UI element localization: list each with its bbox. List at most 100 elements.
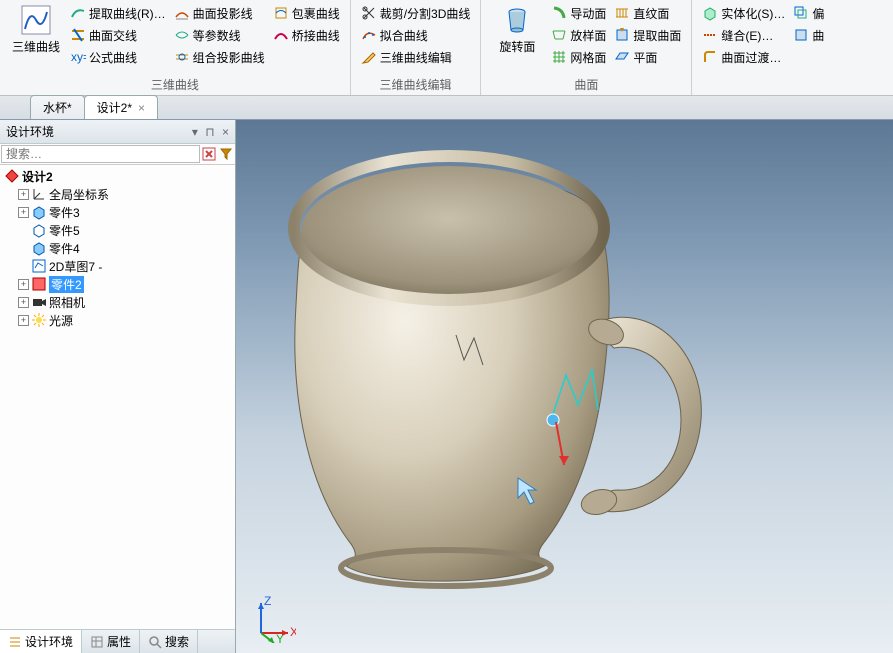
main-area: 设计环境 ▾ ⊓ × 设计2 +全局坐标系 +零件3 零件5 零件4 2D草图7… bbox=[0, 120, 893, 653]
btn-extract-surface[interactable]: 提取曲面 bbox=[610, 24, 685, 46]
dropdown-icon[interactable]: ▾ bbox=[192, 125, 198, 139]
search-input[interactable] bbox=[1, 145, 200, 163]
design-tree[interactable]: 设计2 +全局坐标系 +零件3 零件5 零件4 2D草图7 - +零件2 +照相… bbox=[0, 165, 235, 629]
tab-search[interactable]: 搜索 bbox=[140, 630, 198, 653]
expand-icon[interactable]: + bbox=[18, 297, 29, 308]
btn-surface-partial[interactable]: 曲 bbox=[789, 24, 828, 46]
revolve-icon bbox=[501, 4, 533, 36]
btn-project-curve[interactable]: 曲面投影线 bbox=[170, 2, 269, 24]
btn-surface-fillet[interactable]: 曲面过渡… bbox=[698, 46, 789, 68]
close-icon[interactable]: × bbox=[138, 101, 145, 115]
plane-icon bbox=[614, 49, 630, 65]
ribbon-group-3dcurve-edit: 裁剪/分割3D曲线 拟合曲线 三维曲线编辑 三维曲线编辑 bbox=[351, 0, 482, 95]
btn-fit-curve[interactable]: 拟合曲线 bbox=[357, 24, 475, 46]
btn-extract-curve[interactable]: 提取曲线(R)… bbox=[66, 2, 170, 24]
btn-trim-split[interactable]: 裁剪/分割3D曲线 bbox=[357, 2, 475, 24]
tree-root[interactable]: 设计2 bbox=[0, 167, 235, 185]
expand-icon[interactable]: + bbox=[18, 207, 29, 218]
offset-icon bbox=[793, 5, 809, 21]
scissor-icon bbox=[361, 5, 377, 21]
combine-icon bbox=[174, 49, 190, 65]
sketch-icon bbox=[31, 258, 47, 274]
solidify-icon bbox=[702, 5, 718, 21]
axis-icon bbox=[31, 186, 47, 202]
mesh-icon bbox=[551, 49, 567, 65]
doc-tab-cup[interactable]: 水杯* bbox=[30, 95, 85, 119]
tree-node-coordsys[interactable]: +全局坐标系 bbox=[0, 185, 235, 203]
tree-node-part2[interactable]: +零件2 bbox=[0, 275, 235, 293]
filter-icon[interactable] bbox=[218, 146, 234, 162]
props-icon bbox=[90, 635, 104, 649]
project-icon bbox=[174, 5, 190, 21]
light-icon bbox=[31, 312, 47, 328]
part-outline-icon bbox=[31, 222, 47, 238]
btn-combine-project[interactable]: 组合投影曲线 bbox=[170, 46, 269, 68]
btn-offset[interactable]: 偏 bbox=[789, 2, 828, 24]
btn-solidify[interactable]: 实体化(S)… bbox=[698, 2, 789, 24]
group-title: 曲面 bbox=[487, 74, 685, 95]
tree-node-part3[interactable]: +零件3 bbox=[0, 203, 235, 221]
panel-bottom-tabs: 设计环境 属性 搜索 bbox=[0, 629, 235, 653]
sweep-icon bbox=[551, 5, 567, 21]
ribbon-group-3dcurve: 三维曲线 提取曲线(R)… 曲面交线 xy=公式曲线 曲面投影线 等参数线 组合… bbox=[0, 0, 351, 95]
3d-viewport[interactable]: X Y Z bbox=[236, 120, 893, 653]
svg-text:xy=: xy= bbox=[71, 50, 86, 64]
formula-icon: xy= bbox=[70, 49, 86, 65]
extract-icon bbox=[70, 5, 86, 21]
ribbon: 三维曲线 提取曲线(R)… 曲面交线 xy=公式曲线 曲面投影线 等参数线 组合… bbox=[0, 0, 893, 96]
btn-revolve-surface[interactable]: 旋转面 bbox=[487, 2, 547, 74]
intersect-icon bbox=[70, 27, 86, 43]
btn-mesh-surface[interactable]: 网格面 bbox=[547, 46, 610, 68]
search-icon bbox=[148, 635, 162, 649]
bridge-icon bbox=[273, 27, 289, 43]
svg-text:Z: Z bbox=[264, 594, 271, 608]
part-icon bbox=[31, 204, 47, 220]
btn-label: 三维曲线 bbox=[12, 38, 60, 55]
tree-node-camera[interactable]: +照相机 bbox=[0, 293, 235, 311]
wrap-icon bbox=[273, 5, 289, 21]
axis-triad[interactable]: X Y Z bbox=[246, 593, 296, 643]
search-row bbox=[0, 144, 235, 165]
btn-formula-curve[interactable]: xy=公式曲线 bbox=[66, 46, 170, 68]
extractsurf-icon bbox=[614, 27, 630, 43]
btn-3dcurve-edit[interactable]: 三维曲线编辑 bbox=[357, 46, 475, 68]
clear-icon[interactable] bbox=[201, 146, 217, 162]
tree-node-part5[interactable]: 零件5 bbox=[0, 221, 235, 239]
btn-sweep-surface[interactable]: 导动面 bbox=[547, 2, 610, 24]
part-icon bbox=[31, 240, 47, 256]
btn-wrap-curve[interactable]: 包裹曲线 bbox=[269, 2, 344, 24]
loft-icon bbox=[551, 27, 567, 43]
btn-loft-surface[interactable]: 放样面 bbox=[547, 24, 610, 46]
fit-icon bbox=[361, 27, 377, 43]
tab-properties[interactable]: 属性 bbox=[82, 630, 140, 653]
panel-header: 设计环境 ▾ ⊓ × bbox=[0, 120, 235, 144]
iso-icon bbox=[174, 27, 190, 43]
btn-bridge-curve[interactable]: 桥接曲线 bbox=[269, 24, 344, 46]
close-icon[interactable]: × bbox=[222, 125, 229, 139]
expand-icon[interactable]: + bbox=[18, 315, 29, 326]
model-render bbox=[236, 120, 893, 653]
document-tabs: 水杯* 设计2*× bbox=[0, 96, 893, 120]
svg-text:X: X bbox=[290, 625, 296, 639]
doc-tab-design2[interactable]: 设计2*× bbox=[84, 95, 158, 119]
btn-3d-curve[interactable]: 三维曲线 bbox=[6, 2, 66, 74]
btn-sew[interactable]: 缝合(E)… bbox=[698, 24, 789, 46]
partial-icon bbox=[793, 27, 809, 43]
ruled-icon bbox=[614, 5, 630, 21]
svg-text:Y: Y bbox=[276, 632, 284, 643]
tree-node-light[interactable]: +光源 bbox=[0, 311, 235, 329]
tree-node-part4[interactable]: 零件4 bbox=[0, 239, 235, 257]
expand-icon[interactable]: + bbox=[18, 189, 29, 200]
btn-label: 旋转面 bbox=[499, 38, 535, 55]
btn-surface-intersect[interactable]: 曲面交线 bbox=[66, 24, 170, 46]
curve3d-icon bbox=[20, 4, 52, 36]
btn-isoparam[interactable]: 等参数线 bbox=[170, 24, 269, 46]
btn-plane[interactable]: 平面 bbox=[610, 46, 685, 68]
tree-node-sketch7[interactable]: 2D草图7 - bbox=[0, 257, 235, 275]
edit-icon bbox=[361, 49, 377, 65]
expand-icon[interactable]: + bbox=[18, 279, 29, 290]
group-title: 三维曲线编辑 bbox=[357, 74, 475, 95]
tab-design-env[interactable]: 设计环境 bbox=[0, 630, 82, 653]
pin-icon[interactable]: ⊓ bbox=[205, 125, 214, 139]
btn-ruled-surface[interactable]: 直纹面 bbox=[610, 2, 685, 24]
